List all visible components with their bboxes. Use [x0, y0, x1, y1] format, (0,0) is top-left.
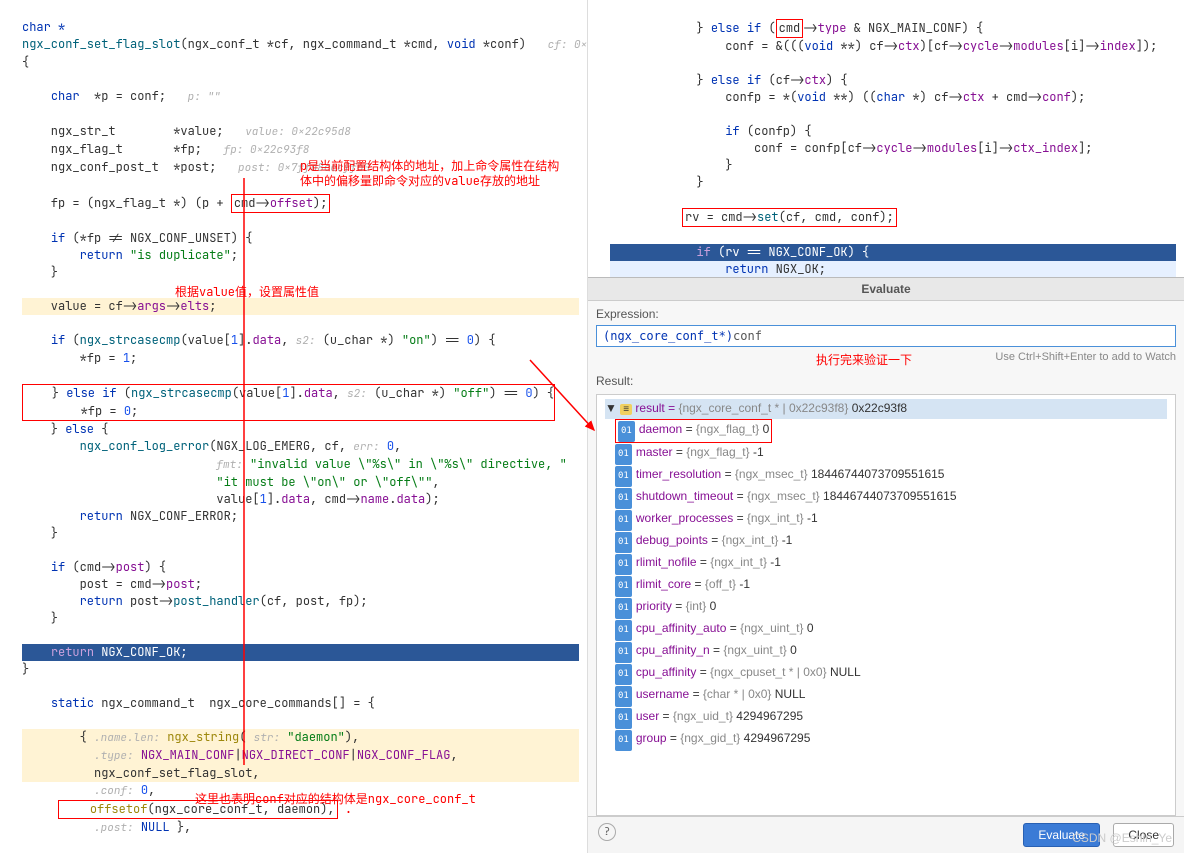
result-row[interactable]: 01shutdown_timeout = {ngx_msec_t} 184467… — [605, 487, 1167, 509]
expression-input[interactable]: (ngx_core_conf_t*)conf — [596, 325, 1176, 347]
rv-set-box: rv = cmd->set(cf, cmd, conf); — [682, 208, 897, 227]
result-row[interactable]: 01rlimit_nofile = {ngx_int_t} -1 — [605, 553, 1167, 575]
help-icon[interactable]: ? — [598, 823, 616, 841]
expression-label: Expression: — [596, 307, 1176, 321]
result-row[interactable]: 01group = {ngx_gid_t} 4294967295 — [605, 729, 1167, 751]
result-row[interactable]: 01username = {char * | 0x0} NULL — [605, 685, 1167, 707]
result-row[interactable]: 01cpu_affinity = {ngx_cpuset_t * | 0x0} … — [605, 663, 1167, 685]
code-editor-left[interactable]: char * ngx_conf_set_flag_slot(ngx_conf_t… — [0, 0, 587, 853]
expression-hint: Use Ctrl+Shift+Enter to add to Watch — [995, 351, 1176, 363]
result-row[interactable]: 01timer_resolution = {ngx_msec_t} 184467… — [605, 465, 1167, 487]
result-row[interactable]: 01cpu_affinity_n = {ngx_uint_t} 0 — [605, 641, 1167, 663]
result-row[interactable]: 01user = {ngx_uid_t} 4294967295 — [605, 707, 1167, 729]
annotation-p: p是当前配置结构体的地址，加上命令属性在结构体中的偏移量即命令对应的value存… — [300, 159, 570, 189]
left-code-pane: char * ngx_conf_set_flag_slot(ngx_conf_t… — [0, 0, 588, 853]
cmd-box: cmd — [776, 19, 804, 38]
result-row[interactable]: 01priority = {int} 0 — [605, 597, 1167, 619]
result-row[interactable]: 01cpu_affinity_auto = {ngx_uint_t} 0 — [605, 619, 1167, 641]
annotation-setval: 根据value值，设置属性值 — [175, 283, 319, 300]
annotation-conf: 这里也表明conf对应的结构体是ngx_core_conf_t — [195, 790, 476, 807]
annotation-verify: 执行完来验证一下 — [816, 353, 912, 367]
code-text: char * — [22, 19, 65, 35]
result-row[interactable]: 01rlimit_core = {off_t} -1 — [605, 575, 1167, 597]
result-label: Result: — [596, 374, 1176, 388]
result-row[interactable]: 01daemon = {ngx_flag_t} 0 — [605, 419, 1167, 443]
evaluate-panel: Evaluate Expression: (ngx_core_conf_t*)c… — [588, 278, 1184, 853]
evaluate-title: Evaluate — [588, 278, 1184, 301]
code-editor-right[interactable]: } else if (cmd->type & NGX_MAIN_CONF) { … — [588, 0, 1184, 277]
result-tree[interactable]: ▼ ≡ result = {ngx_core_conf_t * | 0x22c9… — [596, 394, 1176, 816]
right-code-pane: } else if (cmd->type & NGX_MAIN_CONF) { … — [588, 0, 1184, 278]
result-row[interactable]: 01master = {ngx_flag_t} -1 — [605, 443, 1167, 465]
result-row[interactable]: 01worker_processes = {ngx_int_t} -1 — [605, 509, 1167, 531]
offset-box: cmd->offset); — [231, 194, 331, 213]
result-root-row[interactable]: ▼ ≡ result = {ngx_core_conf_t * | 0x22c9… — [605, 399, 1167, 419]
result-row[interactable]: 01debug_points = {ngx_int_t} -1 — [605, 531, 1167, 553]
watermark: CSDN @Eshin_Ye — [1072, 831, 1172, 845]
